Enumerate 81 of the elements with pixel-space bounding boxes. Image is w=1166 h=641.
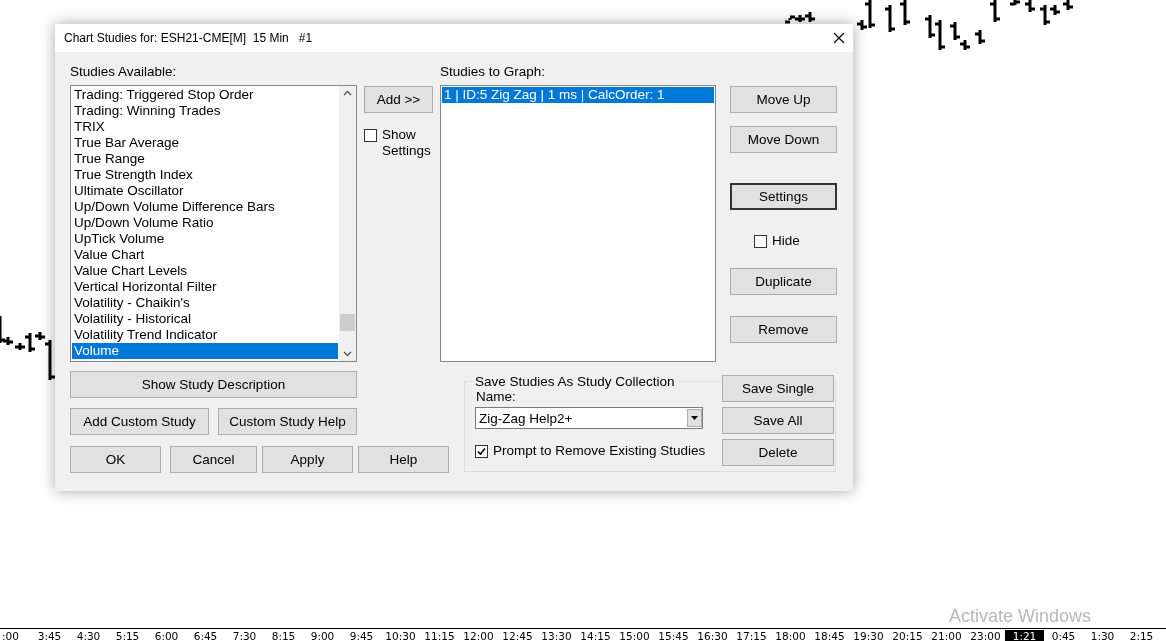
description-button[interactable]: Show Study Description: [70, 371, 357, 398]
time-label: 0:45: [1050, 630, 1077, 641]
list-item[interactable]: Value Chart Levels: [72, 263, 338, 279]
name-combo[interactable]: Zig-Zag Help2+: [475, 407, 703, 429]
time-label: 20:15: [891, 630, 924, 641]
list-label: Studies Available:: [70, 64, 178, 81]
list-item[interactable]: Value Chart: [72, 247, 338, 263]
collection-button[interactable]: Save Single: [722, 375, 834, 402]
scrollbar[interactable]: [339, 86, 356, 361]
time-label: 7:30: [231, 630, 258, 641]
group-title: Save Studies As Study Collection: [474, 374, 676, 389]
list-item[interactable]: Volatility - Historical: [72, 311, 338, 327]
name-label: Name:: [476, 389, 517, 404]
side-button[interactable]: Remove: [730, 316, 837, 343]
time-label: :00: [1, 630, 20, 641]
window-title: Chart Studies for: ESH21-CME[M] 15 Min #1: [64, 31, 313, 45]
time-label: 18:00: [774, 630, 807, 641]
time-label: 17:15: [735, 630, 768, 641]
list-item[interactable]: Trading: Triggered Stop Order: [72, 87, 338, 103]
list-item[interactable]: Up/Down Volume Ratio: [72, 215, 338, 231]
dialog-button[interactable]: Apply: [262, 446, 353, 473]
time-label: 16:30: [696, 630, 729, 641]
time-label: 9:45: [348, 630, 375, 641]
time-label: 15:45: [657, 630, 690, 641]
list-item[interactable]: UpTick Volume: [72, 231, 338, 247]
list-label: Studies to Graph:: [440, 64, 547, 81]
list-item[interactable]: Ultimate Oscillator: [72, 183, 338, 199]
checkbox[interactable]: Prompt to Remove Existing Studies: [475, 443, 715, 459]
time-label: 3:45: [36, 630, 63, 641]
time-label: 12:45: [501, 630, 534, 641]
checkbox[interactable]: Hide: [754, 233, 837, 249]
list-item[interactable]: Trading: Winning Trades: [72, 103, 338, 119]
list-item[interactable]: Vertical Horizontal Filter: [72, 279, 338, 295]
collection-button[interactable]: Delete: [722, 439, 834, 466]
dropdown-icon[interactable]: [687, 409, 702, 427]
dialog-button[interactable]: Help: [358, 446, 449, 473]
side-button[interactable]: Duplicate: [730, 268, 837, 295]
list-item[interactable]: Volatility Trend Indicator: [72, 327, 338, 343]
add-button[interactable]: Add >>: [364, 86, 433, 113]
activation-notice: Activate Windows: [949, 606, 1092, 627]
graph-list[interactable]: 1 | ID:5 Zig Zag | 1 ms | CalcOrder: 1: [440, 85, 716, 362]
list-item[interactable]: True Strength Index: [72, 167, 338, 183]
time-label: 9:00: [309, 630, 336, 641]
time-label: 8:15: [270, 630, 297, 641]
time-label: 18:45: [813, 630, 846, 641]
scroll-thumb[interactable]: [340, 314, 355, 331]
time-label: 15:00: [618, 630, 651, 641]
time-label: 23:00: [969, 630, 1002, 641]
custom-study-button[interactable]: Custom Study Help: [218, 408, 357, 435]
custom-study-button[interactable]: Add Custom Study: [70, 408, 209, 435]
collection-button[interactable]: Save All: [722, 407, 834, 434]
list-item[interactable]: Up/Down Volume Difference Bars: [72, 199, 338, 215]
time-label: 6:00: [153, 630, 180, 641]
time-label: 1:30: [1089, 630, 1116, 641]
time-label: 1:21: [1005, 630, 1044, 641]
time-label: 13:30: [540, 630, 573, 641]
time-label: 10:30: [384, 630, 417, 641]
list-item[interactable]: 1 | ID:5 Zig Zag | 1 ms | CalcOrder: 1: [442, 87, 714, 103]
time-label: 5:15: [114, 630, 141, 641]
list-item[interactable]: Volatility - Chaikin's: [72, 295, 338, 311]
time-label: 11:15: [423, 630, 456, 641]
time-label: 19:30: [852, 630, 885, 641]
close-icon[interactable]: [833, 32, 845, 44]
side-button[interactable]: Move Down: [730, 126, 837, 153]
side-button[interactable]: Move Up: [730, 86, 837, 113]
list-item[interactable]: True Bar Average: [72, 135, 338, 151]
side-button[interactable]: Settings: [730, 183, 837, 210]
checkbox[interactable]: Show Settings: [364, 127, 433, 159]
list-item[interactable]: Volume: [72, 343, 338, 359]
dialog-button[interactable]: Cancel: [170, 446, 257, 473]
time-label: 14:15: [579, 630, 612, 641]
list-item[interactable]: True Range: [72, 151, 338, 167]
list-item[interactable]: TRIX: [72, 119, 338, 135]
time-label: 21:00: [930, 630, 963, 641]
dialog-button[interactable]: OK: [70, 446, 161, 473]
checkmark-icon: [477, 447, 486, 456]
time-label: 4:30: [75, 630, 102, 641]
time-label: 12:00: [462, 630, 495, 641]
time-label: 6:45: [192, 630, 219, 641]
time-label: 2:15: [1128, 630, 1155, 641]
studies-list[interactable]: [70, 85, 357, 362]
